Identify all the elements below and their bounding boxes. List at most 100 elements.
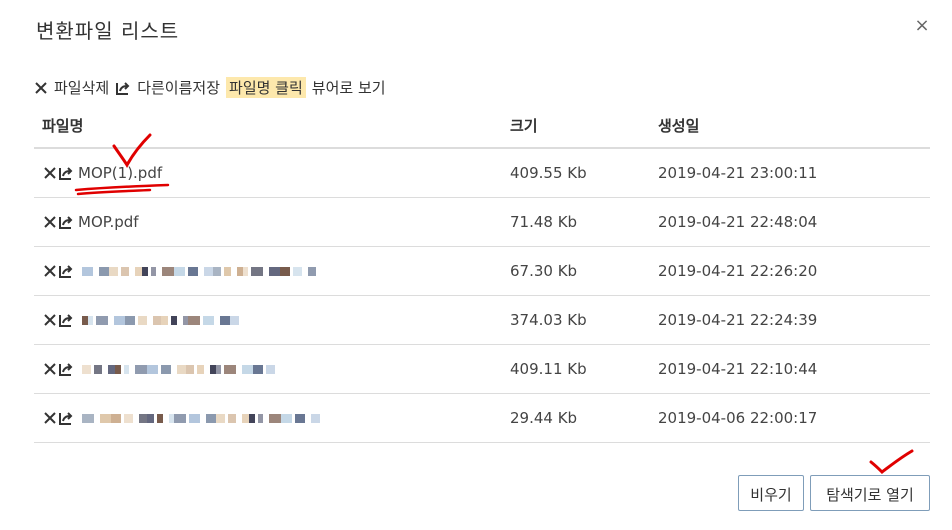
- redacted-file-name[interactable]: [82, 413, 320, 423]
- redaction-block: [308, 266, 316, 276]
- redaction-block: [280, 266, 290, 276]
- file-name-link[interactable]: MOP.pdf: [78, 213, 139, 231]
- close-x-icon: [34, 81, 48, 95]
- redaction-block: [242, 364, 253, 374]
- redaction-block: [88, 315, 93, 325]
- redaction-block: [82, 413, 94, 423]
- redaction-block: [295, 413, 305, 423]
- redaction-block: [114, 315, 125, 325]
- save-as-icon[interactable]: [58, 214, 74, 230]
- checkmark-annotation: [869, 449, 914, 474]
- file-created-cell: 2019-04-21 22:24:39: [650, 295, 930, 345]
- redaction-block: [124, 364, 129, 374]
- redaction-block: [216, 413, 225, 423]
- redaction-block: [147, 364, 158, 374]
- file-size-cell: 409.55 Kb: [502, 148, 650, 198]
- redaction-block: [281, 413, 292, 423]
- redaction-block: [157, 413, 163, 423]
- delete-icon[interactable]: [42, 214, 58, 230]
- redaction-block: [153, 315, 161, 325]
- redaction-block: [258, 413, 263, 423]
- redaction-block: [220, 315, 230, 325]
- redaction-block: [253, 364, 263, 374]
- file-size-cell: 374.03 Kb: [502, 295, 650, 345]
- redaction-block: [174, 413, 186, 423]
- redaction-block: [242, 413, 249, 423]
- table-row[interactable]: 374.03 Kb 2019-04-21 22:24:39: [34, 295, 930, 345]
- redaction-block: [311, 413, 320, 423]
- file-name-cell: [34, 393, 502, 443]
- redaction-block: [216, 364, 221, 374]
- file-created-cell: 2019-04-21 22:26:20: [650, 246, 930, 296]
- row-actions: [42, 361, 74, 377]
- delete-icon[interactable]: [42, 410, 58, 426]
- file-created-cell: 2019-04-21 23:00:11: [650, 148, 930, 198]
- table-row[interactable]: MOP(1).pdf 409.55 Kb 2019-04-21 23:00:11: [34, 148, 930, 198]
- table-row[interactable]: 409.11 Kb 2019-04-21 22:10:44: [34, 344, 930, 394]
- legend-delete-label: 파일삭제: [54, 79, 110, 97]
- redaction-block: [171, 315, 177, 325]
- redaction-block: [109, 266, 118, 276]
- file-name-cell: [34, 344, 502, 394]
- redaction-block: [121, 266, 129, 276]
- redaction-block: [151, 266, 156, 276]
- redaction-block: [174, 266, 185, 276]
- legend-click-highlight: 파일명 클릭: [226, 77, 306, 98]
- redaction-block: [188, 315, 200, 325]
- file-name-link[interactable]: MOP(1).pdf: [78, 164, 162, 182]
- file-size-cell: 71.48 Kb: [502, 197, 650, 247]
- redaction-block: [82, 364, 91, 374]
- header-size: 크기: [502, 103, 650, 149]
- table-row[interactable]: MOP.pdf 71.48 Kb 2019-04-21 22:48:04: [34, 197, 930, 247]
- clear-button[interactable]: 비우기: [738, 475, 804, 511]
- delete-icon[interactable]: [42, 312, 58, 328]
- redaction-block: [115, 364, 121, 374]
- redaction-block: [99, 266, 109, 276]
- redaction-block: [213, 266, 221, 276]
- legend-bar: 파일삭제 다른이름저장 파일명 클릭 뷰어로 보기: [34, 77, 386, 98]
- file-size-cell: 67.30 Kb: [502, 246, 650, 296]
- open-in-explorer-button[interactable]: 탐색기로 열기: [810, 475, 930, 511]
- redaction-block: [139, 413, 147, 423]
- redaction-block: [203, 315, 214, 325]
- redaction-block: [138, 315, 147, 325]
- redaction-block: [189, 413, 200, 423]
- close-icon[interactable]: ×: [912, 16, 932, 36]
- save-as-icon[interactable]: [58, 312, 74, 328]
- redaction-block: [224, 266, 231, 276]
- save-as-icon[interactable]: [58, 263, 74, 279]
- redaction-block: [108, 364, 115, 374]
- row-actions: [42, 263, 74, 279]
- redaction-block: [162, 266, 174, 276]
- redacted-file-name[interactable]: [82, 364, 281, 374]
- row-actions: [42, 410, 74, 426]
- delete-icon[interactable]: [42, 165, 58, 181]
- row-actions: [42, 312, 74, 328]
- redaction-block: [111, 413, 121, 423]
- redaction-block: [269, 413, 281, 423]
- header-name: 파일명: [34, 103, 502, 149]
- redaction-block: [142, 266, 148, 276]
- delete-icon[interactable]: [42, 361, 58, 377]
- save-as-icon[interactable]: [58, 165, 74, 181]
- save-as-icon[interactable]: [58, 410, 74, 426]
- redaction-block: [135, 364, 147, 374]
- redaction-block: [94, 364, 102, 374]
- file-name-cell: [34, 295, 502, 345]
- file-size-cell: 29.44 Kb: [502, 393, 650, 443]
- redaction-block: [188, 266, 198, 276]
- redacted-file-name[interactable]: [82, 315, 242, 325]
- delete-icon[interactable]: [42, 263, 58, 279]
- redaction-block: [266, 364, 275, 374]
- redaction-block: [251, 266, 263, 276]
- redaction-block: [125, 315, 135, 325]
- table-row[interactable]: 67.30 Kb 2019-04-21 22:26:20: [34, 246, 930, 296]
- table-row[interactable]: 29.44 Kb 2019-04-06 22:00:17: [34, 393, 930, 443]
- redaction-block: [82, 266, 93, 276]
- redaction-block: [147, 413, 154, 423]
- redacted-file-name[interactable]: [82, 266, 316, 276]
- file-created-cell: 2019-04-06 22:00:17: [650, 393, 930, 443]
- save-as-icon[interactable]: [58, 361, 74, 377]
- table-header-row: 파일명 크기 생성일: [34, 103, 930, 149]
- redaction-block: [135, 266, 142, 276]
